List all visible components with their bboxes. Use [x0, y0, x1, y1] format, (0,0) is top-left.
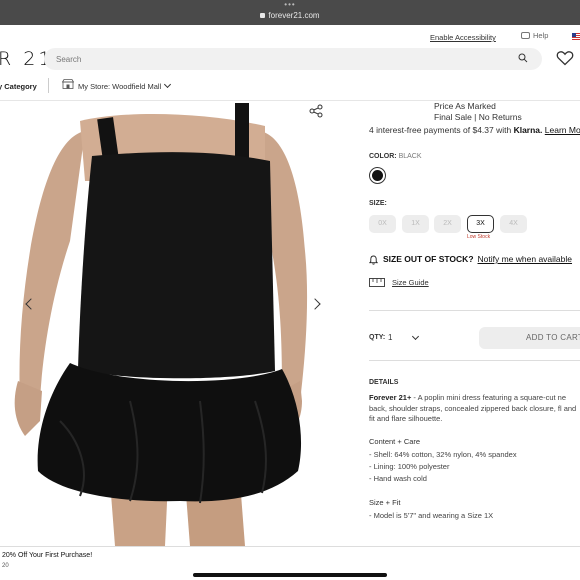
oos-label: SIZE OUT OF STOCK? — [383, 254, 474, 264]
heart-icon[interactable] — [556, 50, 574, 66]
fit-line: - Model is 5'7" and wearing a Size 1X — [369, 511, 494, 520]
color-label-text: COLOR: — [369, 153, 397, 160]
promo-banner[interactable]: 20% Off Your First Purchase! 20 — [0, 546, 580, 580]
content-care-heading: Content + Care — [369, 437, 421, 446]
add-to-cart-button[interactable]: ADD TO CART — [479, 327, 580, 349]
content-line: - Shell: 64% cotton, 32% nylon, 4% spand… — [369, 450, 517, 459]
url-bar[interactable]: forever21.com — [0, 11, 580, 20]
enable-accessibility-link[interactable]: Enable Accessibility — [430, 33, 496, 42]
divider — [369, 360, 580, 361]
size-label: SIZE: — [369, 200, 387, 207]
utility-bar: Enable Accessibility Help — [0, 28, 580, 46]
size-option-3x[interactable]: 3X — [467, 215, 494, 233]
share-icon[interactable] — [309, 104, 323, 118]
brand-name: Forever 21+ — [369, 393, 412, 402]
size-guide-link[interactable]: Size Guide — [392, 278, 429, 287]
promo-text: 20% Off Your First Purchase! — [2, 552, 93, 559]
klarna-logo: Klarna. — [513, 125, 543, 135]
store-label: My Store: Woodfield Mall — [78, 82, 162, 91]
klarna-text: 4 interest-free payments of $4.37 with — [369, 125, 514, 135]
klarna-payments: 4 interest-free payments of $4.37 with K… — [369, 125, 580, 135]
us-flag-icon[interactable] — [572, 33, 580, 40]
color-swatch-black[interactable] — [369, 167, 386, 184]
qty-select[interactable]: 1 — [388, 333, 392, 342]
color-value: BLACK — [398, 153, 422, 160]
store-icon — [62, 79, 74, 89]
product-description: Forever 21+ - A poplin mini dress featur… — [369, 393, 580, 425]
lock-icon — [260, 13, 266, 18]
product-photo — [14, 103, 308, 546]
color-label: COLOR: BLACK — [369, 153, 422, 160]
product-image[interactable] — [0, 101, 345, 546]
browser-dots-icon: ••• — [284, 0, 296, 9]
size-option-0x[interactable]: 0X — [369, 215, 396, 233]
divider — [48, 78, 49, 93]
divider — [369, 310, 580, 311]
size-option-1x[interactable]: 1X — [402, 215, 429, 233]
chevron-down-icon — [164, 80, 172, 89]
url-text: forever21.com — [268, 11, 320, 20]
final-sale-notice: Final Sale | No Returns — [434, 112, 522, 122]
learn-more-link[interactable]: Learn Mo — [545, 125, 580, 135]
low-stock-badge: Low Stock — [467, 234, 491, 240]
promo-code: 20 — [2, 563, 9, 569]
search-input[interactable] — [56, 52, 496, 66]
details-heading: DETAILS — [369, 379, 399, 386]
notify-me-link[interactable]: Notify me when available — [478, 254, 573, 264]
help-link[interactable]: Help — [521, 31, 548, 40]
chevron-down-icon[interactable] — [411, 332, 420, 341]
browser-bar: ••• forever21.com — [0, 0, 580, 25]
bell-icon — [369, 255, 378, 265]
search-icon[interactable] — [518, 53, 528, 63]
home-indicator — [193, 573, 387, 577]
ruler-icon — [369, 278, 385, 287]
content-line: - Hand wash cold — [369, 474, 427, 483]
size-out-of-stock: SIZE OUT OF STOCK? Notify me when availab… — [383, 254, 572, 264]
content-line: - Lining: 100% polyester — [369, 462, 450, 471]
price-as-marked: Price As Marked — [434, 101, 496, 111]
help-label: Help — [533, 31, 549, 40]
size-option-2x[interactable]: 2X — [434, 215, 461, 233]
chat-icon — [521, 32, 530, 39]
size-fit-heading: Size + Fit — [369, 498, 401, 507]
qty-label: QTY: — [369, 334, 386, 341]
search-bar — [44, 48, 542, 70]
my-store-selector[interactable]: My Store: Woodfield Mall — [78, 80, 172, 91]
shop-by-category[interactable]: y Category — [0, 82, 37, 91]
size-option-4x[interactable]: 4X — [500, 215, 527, 233]
